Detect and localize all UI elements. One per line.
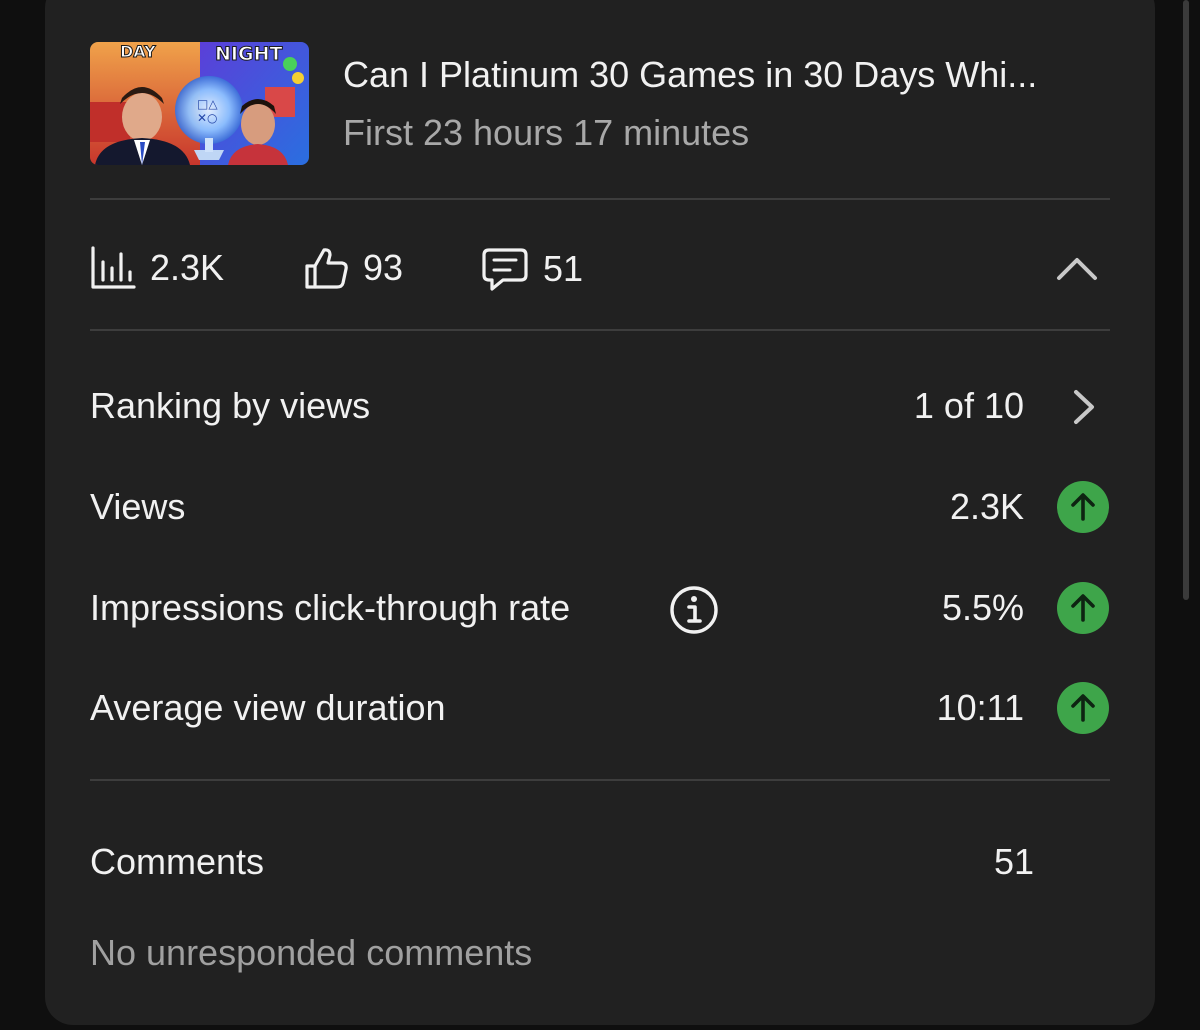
stat-comments: 51 — [481, 246, 583, 292]
bar-chart-icon — [91, 246, 136, 289]
video-time-range: First 23 hours 17 minutes — [343, 112, 750, 153]
ranking-value[interactable]: 1 of 10 — [914, 385, 1024, 427]
arrow-up-icon — [1071, 493, 1095, 521]
views-trend-badge — [1057, 481, 1109, 533]
stat-likes: 93 — [303, 246, 403, 290]
video-title[interactable]: Can I Platinum 30 Games in 30 Days Whi..… — [343, 54, 1037, 96]
likes-count: 93 — [363, 247, 404, 288]
avd-label: Average view duration — [90, 687, 446, 728]
thumbnail-night-text: NIGHT — [215, 43, 282, 65]
thumbnail-image: □△ ✕○ DAY NIGHT — [90, 42, 309, 165]
views-value: 2.3K — [949, 486, 1024, 527]
ctr-label: Impressions click-through rate — [90, 587, 571, 628]
svg-text:✕○: ✕○ — [197, 111, 218, 125]
chevron-right-icon[interactable] — [1070, 388, 1098, 426]
comments-total[interactable]: 51 — [994, 841, 1034, 883]
divider-metrics — [90, 779, 1110, 781]
arrow-up-icon — [1071, 694, 1095, 722]
avd-value: 10:11 — [936, 687, 1024, 728]
arrow-up-icon — [1071, 594, 1095, 622]
divider-stats — [90, 329, 1110, 331]
ctr-value: 5.5% — [941, 587, 1024, 628]
svg-text:□△: □△ — [197, 97, 218, 111]
video-thumbnail[interactable]: □△ ✕○ DAY NIGHT — [90, 42, 309, 165]
ctr-trend-badge — [1057, 582, 1109, 634]
chevron-up-icon[interactable] — [1053, 248, 1101, 288]
views-label: Views — [90, 486, 186, 527]
comments-label[interactable]: Comments — [90, 841, 264, 883]
thumbs-up-icon — [305, 248, 348, 289]
info-icon[interactable] — [668, 584, 720, 636]
avd-trend-badge — [1057, 682, 1109, 734]
comment-icon — [482, 248, 528, 291]
thumbnail-day-text: DAY — [120, 42, 156, 61]
ranking-label[interactable]: Ranking by views — [90, 385, 370, 427]
comments-count: 51 — [543, 248, 584, 289]
divider-header — [90, 198, 1110, 200]
stat-views: 2.3K — [90, 246, 224, 290]
comments-status: No unresponded comments — [90, 932, 533, 973]
scrollbar[interactable] — [1183, 0, 1189, 600]
views-count: 2.3K — [150, 247, 225, 288]
